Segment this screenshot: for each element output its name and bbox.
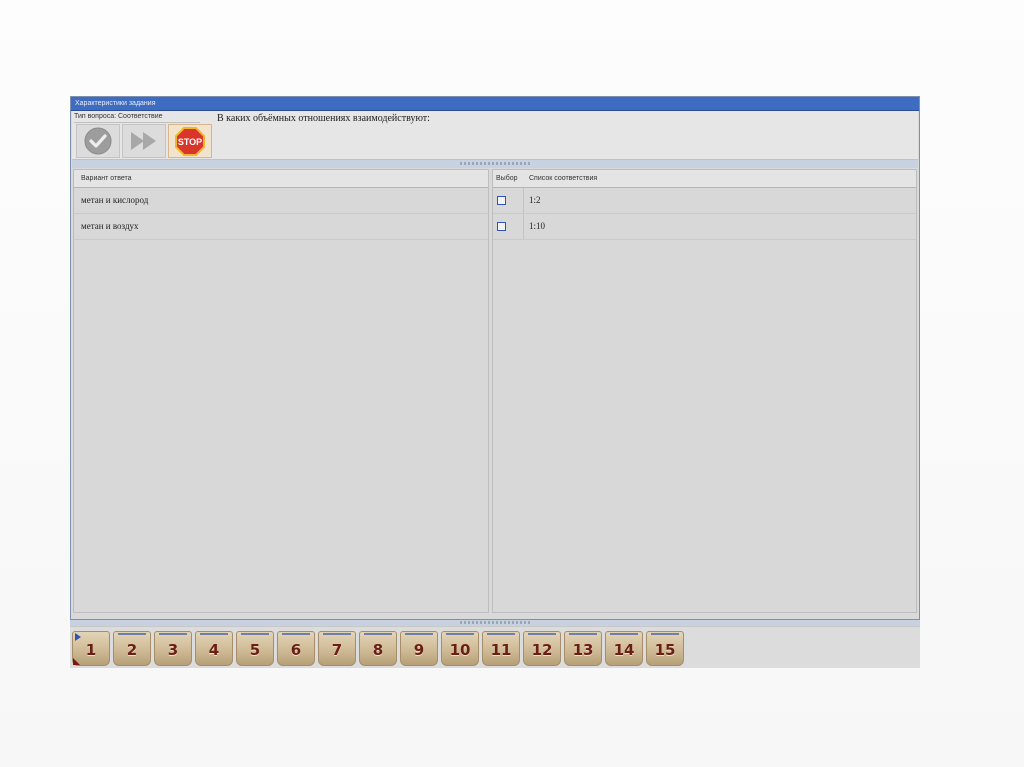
matching-row[interactable]: 1:10 [493,214,916,240]
fast-forward-icon [131,132,156,150]
matching-text: 1:2 [529,195,541,205]
question-nav-button-13[interactable]: 13 [564,631,602,666]
question-nav-button-14[interactable]: 14 [605,631,643,666]
nav-top-line [323,633,351,635]
choice-checkbox[interactable] [497,196,506,205]
question-number: 4 [208,641,220,659]
nav-top-line [200,633,228,635]
question-nav-button-3[interactable]: 3 [154,631,192,666]
question-nav-button-5[interactable]: 5 [236,631,274,666]
question-nav-button-10[interactable]: 10 [441,631,479,666]
nav-top-line [569,633,597,635]
nav-top-line [610,633,638,635]
question-number: 9 [413,641,425,659]
task-header-panel: Тип вопроса: Соответствие STOP В каких о… [72,111,918,160]
choice-checkbox[interactable] [497,222,506,231]
question-nav-button-1[interactable]: 1 [72,631,110,666]
nav-top-line [528,633,556,635]
question-nav-button-6[interactable]: 6 [277,631,315,666]
question-number: 5 [249,641,261,659]
question-type-label: Тип вопроса: Соответствие [74,112,200,123]
current-question-corner [73,658,80,665]
question-number: 7 [331,641,343,659]
question-nav-button-9[interactable]: 9 [400,631,438,666]
question-text: В каких объёмных отношениях взаимодейств… [217,113,430,124]
question-number: 15 [654,641,676,659]
nav-top-line [651,633,679,635]
variants-header-label: Вариант ответа [81,175,132,182]
question-nav-button-12[interactable]: 12 [523,631,561,666]
check-icon [84,127,112,155]
nav-top-line [118,633,146,635]
variants-column-header[interactable]: Вариант ответа [74,170,488,188]
matching-row[interactable]: 1:2 [493,188,916,214]
top-splitter[interactable] [72,160,918,168]
nav-top-line [159,633,187,635]
question-nav-button-2[interactable]: 2 [113,631,151,666]
column-divider [523,188,524,213]
variant-row[interactable]: метан и кислород [74,188,488,214]
matching-text: 1:10 [529,221,546,231]
question-nav-button-4[interactable]: 4 [195,631,233,666]
question-number: 3 [167,641,179,659]
splitter-grip [460,621,530,624]
question-nav-button-11[interactable]: 11 [482,631,520,666]
variant-text: метан и воздух [81,221,139,231]
confirm-answer-button[interactable] [76,124,120,158]
nav-top-line [446,633,474,635]
question-number: 10 [449,641,471,659]
question-number: 6 [290,641,302,659]
stop-sign-icon: STOP [175,127,205,156]
question-number: 13 [572,641,594,659]
question-number: 2 [126,641,138,659]
question-number: 1 [85,641,97,659]
nav-top-line [364,633,392,635]
question-number: 14 [613,641,635,659]
question-number: 11 [490,641,512,659]
question-nav-button-8[interactable]: 8 [359,631,397,666]
matching-header-label: Список соответствия [529,175,598,182]
matching-list-grid: Выбор Список соответствия 1:2 1:10 [492,169,917,613]
nav-top-line [282,633,310,635]
choice-header-label: Выбор [496,175,518,182]
matching-column-header[interactable]: Выбор Список соответствия [493,170,916,188]
current-question-marker [75,633,81,641]
window-title: Характеристики задания [71,97,919,111]
task-window: Характеристики задания Тип вопроса: Соот… [70,96,920,620]
stop-sign-label: STOP [178,137,202,147]
variant-row[interactable]: метан и воздух [74,214,488,240]
stop-test-button[interactable]: STOP [168,124,212,158]
nav-top-line [405,633,433,635]
variant-text: метан и кислород [81,195,149,205]
question-nav-button-15[interactable]: 15 [646,631,684,666]
splitter-grip [460,162,530,165]
answer-variants-grid: Вариант ответа метан и кислород метан и … [73,169,489,613]
question-navigation-bar: 1 2 3 4 5 6 7 8 9 10 11 12 13 14 15 [70,626,920,668]
next-question-button[interactable] [122,124,166,158]
question-number: 8 [372,641,384,659]
question-number: 12 [531,641,553,659]
nav-top-line [487,633,515,635]
column-divider [523,214,524,239]
nav-top-line [241,633,269,635]
question-nav-button-7[interactable]: 7 [318,631,356,666]
